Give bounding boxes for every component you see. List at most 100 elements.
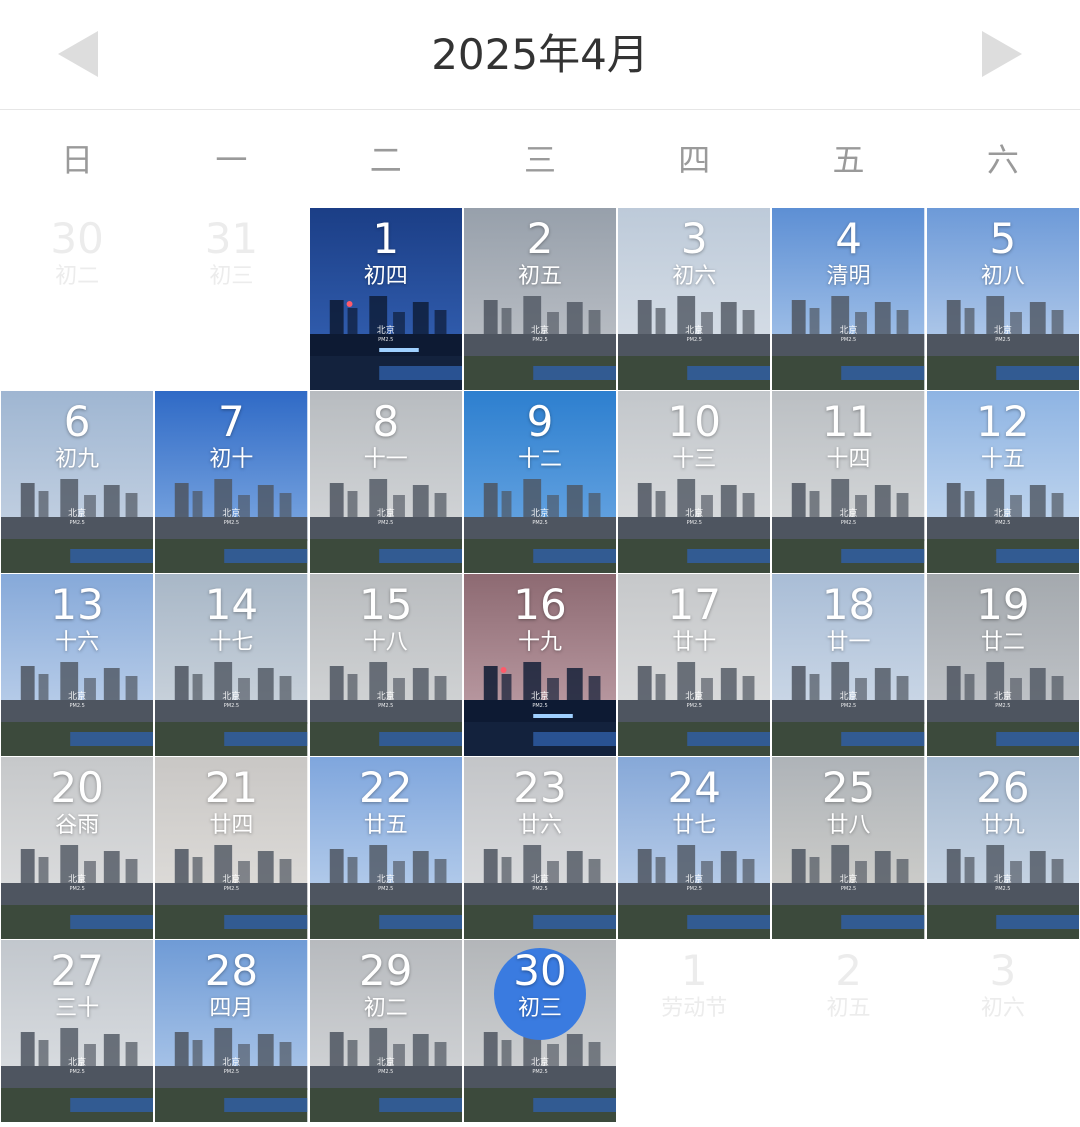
stamp-city: 北京 xyxy=(68,1058,87,1068)
day-number: 25 xyxy=(821,763,876,812)
day-number: 3 xyxy=(680,214,708,263)
day-number: 2 xyxy=(526,214,554,263)
day-number: 19 xyxy=(976,580,1030,629)
calendar-day-cell[interactable]: 北京 PM2.5 13 十六 xyxy=(0,574,155,756)
lunar-date: 初四 xyxy=(363,264,408,289)
weekday-label: 三 xyxy=(523,141,556,179)
calendar-day-cell[interactable]: 北京 PM2.5 10 十三 xyxy=(617,391,772,573)
calendar-day-cell[interactable]: 北京 PM2.5 20 谷雨 xyxy=(0,757,155,939)
stamp-city: 北京 xyxy=(530,326,549,336)
calendar-grid: 30 初二 31 初三 北京 PM2.5 1 初四 北京 PM2.5 2 初五 北京 PM2.5 3 初六 北京… xyxy=(0,208,1080,1122)
lunar-date: 廿四 xyxy=(209,813,254,838)
stamp-city: 北京 xyxy=(68,875,87,885)
calendar-day-outside-month[interactable]: 2 初五 xyxy=(771,940,926,1122)
lunar-date: 初八 xyxy=(980,264,1025,289)
calendar-day-cell[interactable]: 北京 PM2.5 5 初八 xyxy=(925,208,1080,390)
stamp-pm25: PM2.5 xyxy=(69,1069,85,1075)
photo-location-stamp: 北京 PM2.5 xyxy=(1,875,153,893)
stamp-pm25: PM2.5 xyxy=(532,337,548,343)
photo-location-stamp: 北京 PM2.5 xyxy=(464,875,616,893)
lunar-date: 十一 xyxy=(363,447,408,472)
stamp-city: 北京 xyxy=(222,692,241,702)
stamp-city: 北京 xyxy=(376,875,395,885)
calendar-day-cell[interactable]: 北京 PM2.5 2 初五 xyxy=(462,208,618,390)
stamp-city: 北京 xyxy=(993,692,1012,702)
photo-location-stamp: 北京 PM2.5 xyxy=(927,692,1079,710)
day-number: 4 xyxy=(835,214,862,263)
calendar-day-cell[interactable]: 北京 PM2.5 9 十二 xyxy=(462,391,618,573)
calendar-day-cell[interactable]: 北京 PM2.5 30 初三 xyxy=(462,940,618,1122)
lunar-date: 初二 xyxy=(55,264,100,289)
calendar-day-cell[interactable]: 北京 PM2.5 24 廿七 xyxy=(617,757,772,939)
lunar-date: 初九 xyxy=(55,447,100,472)
calendar-day-outside-month[interactable]: 1 劳动节 xyxy=(617,940,772,1122)
photo-location-stamp: 北京 PM2.5 xyxy=(155,509,307,527)
calendar-day-cell[interactable]: 北京 PM2.5 19 廿二 xyxy=(925,574,1080,756)
photo-location-stamp: 北京 PM2.5 xyxy=(927,875,1079,893)
calendar-day-outside-month[interactable]: 30 初二 xyxy=(0,208,155,390)
lunar-date: 十四 xyxy=(826,447,871,472)
calendar-day-cell[interactable]: 北京 PM2.5 27 三十 xyxy=(0,940,155,1122)
stamp-pm25: PM2.5 xyxy=(69,703,85,709)
photo-location-stamp: 北京 PM2.5 xyxy=(618,326,770,344)
stamp-pm25: PM2.5 xyxy=(532,1069,548,1075)
calendar-day-cell[interactable]: 北京 PM2.5 1 初四 xyxy=(308,208,463,390)
stamp-city: 北京 xyxy=(839,326,858,336)
calendar-day-outside-month[interactable]: 3 初六 xyxy=(925,940,1080,1122)
stamp-city: 北京 xyxy=(376,509,395,519)
photo-location-stamp: 北京 PM2.5 xyxy=(310,875,462,893)
photo-location-stamp: 北京 PM2.5 xyxy=(1,1058,153,1076)
stamp-city: 北京 xyxy=(530,509,549,519)
stamp-pm25: PM2.5 xyxy=(378,520,394,526)
stamp-pm25: PM2.5 xyxy=(532,703,548,709)
stamp-pm25: PM2.5 xyxy=(995,520,1011,526)
calendar-day-cell[interactable]: 北京 PM2.5 15 十八 xyxy=(308,574,463,756)
weekday-header-row: 日 一 二 三 四 五 六 xyxy=(0,125,1080,195)
calendar-day-cell[interactable]: 北京 PM2.5 8 十一 xyxy=(308,391,463,573)
stamp-city: 北京 xyxy=(685,326,704,336)
stamp-city: 北京 xyxy=(376,326,395,336)
calendar-day-outside-month[interactable]: 31 初三 xyxy=(154,208,309,390)
calendar-day-cell[interactable]: 北京 PM2.5 25 廿八 xyxy=(771,757,926,939)
calendar-day-cell[interactable]: 北京 PM2.5 7 初十 xyxy=(154,391,309,573)
day-number: 8 xyxy=(372,397,400,446)
stamp-city: 北京 xyxy=(993,509,1012,519)
calendar-day-cell[interactable]: 北京 PM2.5 6 初九 xyxy=(0,391,155,573)
weekday-label: 四 xyxy=(678,141,711,179)
day-number: 28 xyxy=(204,946,259,995)
day-number: 21 xyxy=(204,763,259,812)
lunar-date: 十七 xyxy=(209,630,254,655)
photo-location-stamp: 北京 PM2.5 xyxy=(772,875,924,893)
calendar-day-cell[interactable]: 北京 PM2.5 14 十七 xyxy=(154,574,309,756)
calendar-day-cell[interactable]: 北京 PM2.5 29 初二 xyxy=(308,940,463,1122)
calendar-day-cell[interactable]: 北京 PM2.5 22 廿五 xyxy=(308,757,463,939)
lunar-date: 廿二 xyxy=(980,630,1025,655)
calendar-day-cell[interactable]: 北京 PM2.5 17 廿十 xyxy=(617,574,772,756)
day-number: 17 xyxy=(667,580,721,629)
calendar-day-cell[interactable]: 北京 PM2.5 11 十四 xyxy=(771,391,926,573)
calendar-day-cell[interactable]: 北京 PM2.5 21 廿四 xyxy=(154,757,309,939)
lunar-date: 初六 xyxy=(672,264,717,289)
stamp-pm25: PM2.5 xyxy=(840,520,857,526)
calendar-day-cell[interactable]: 北京 PM2.5 26 廿九 xyxy=(925,757,1080,939)
day-number: 15 xyxy=(358,580,413,629)
calendar-day-cell[interactable]: 北京 PM2.5 23 廿六 xyxy=(462,757,618,939)
lunar-date: 初五 xyxy=(826,996,871,1021)
calendar-day-cell[interactable]: 北京 PM2.5 16 十九 xyxy=(462,574,618,756)
stamp-pm25: PM2.5 xyxy=(223,520,240,526)
lunar-date: 劳动节 xyxy=(661,996,728,1021)
calendar-day-cell[interactable]: 北京 PM2.5 3 初六 xyxy=(617,208,772,390)
month-title[interactable]: 2025年4月 xyxy=(0,0,1080,110)
stamp-pm25: PM2.5 xyxy=(378,337,394,343)
stamp-pm25: PM2.5 xyxy=(840,337,857,343)
triangle-right-icon[interactable] xyxy=(982,31,1022,77)
stamp-pm25: PM2.5 xyxy=(840,703,857,709)
stamp-pm25: PM2.5 xyxy=(840,886,857,892)
calendar-day-cell[interactable]: 北京 PM2.5 12 十五 xyxy=(925,391,1080,573)
calendar-day-cell[interactable]: 北京 PM2.5 28 四月 xyxy=(154,940,309,1122)
photo-location-stamp: 北京 PM2.5 xyxy=(155,875,307,893)
calendar-day-cell[interactable]: 北京 PM2.5 4 清明 xyxy=(771,208,926,390)
day-number: 14 xyxy=(204,580,259,629)
calendar-day-cell[interactable]: 北京 PM2.5 18 廿一 xyxy=(771,574,926,756)
stamp-pm25: PM2.5 xyxy=(995,886,1011,892)
